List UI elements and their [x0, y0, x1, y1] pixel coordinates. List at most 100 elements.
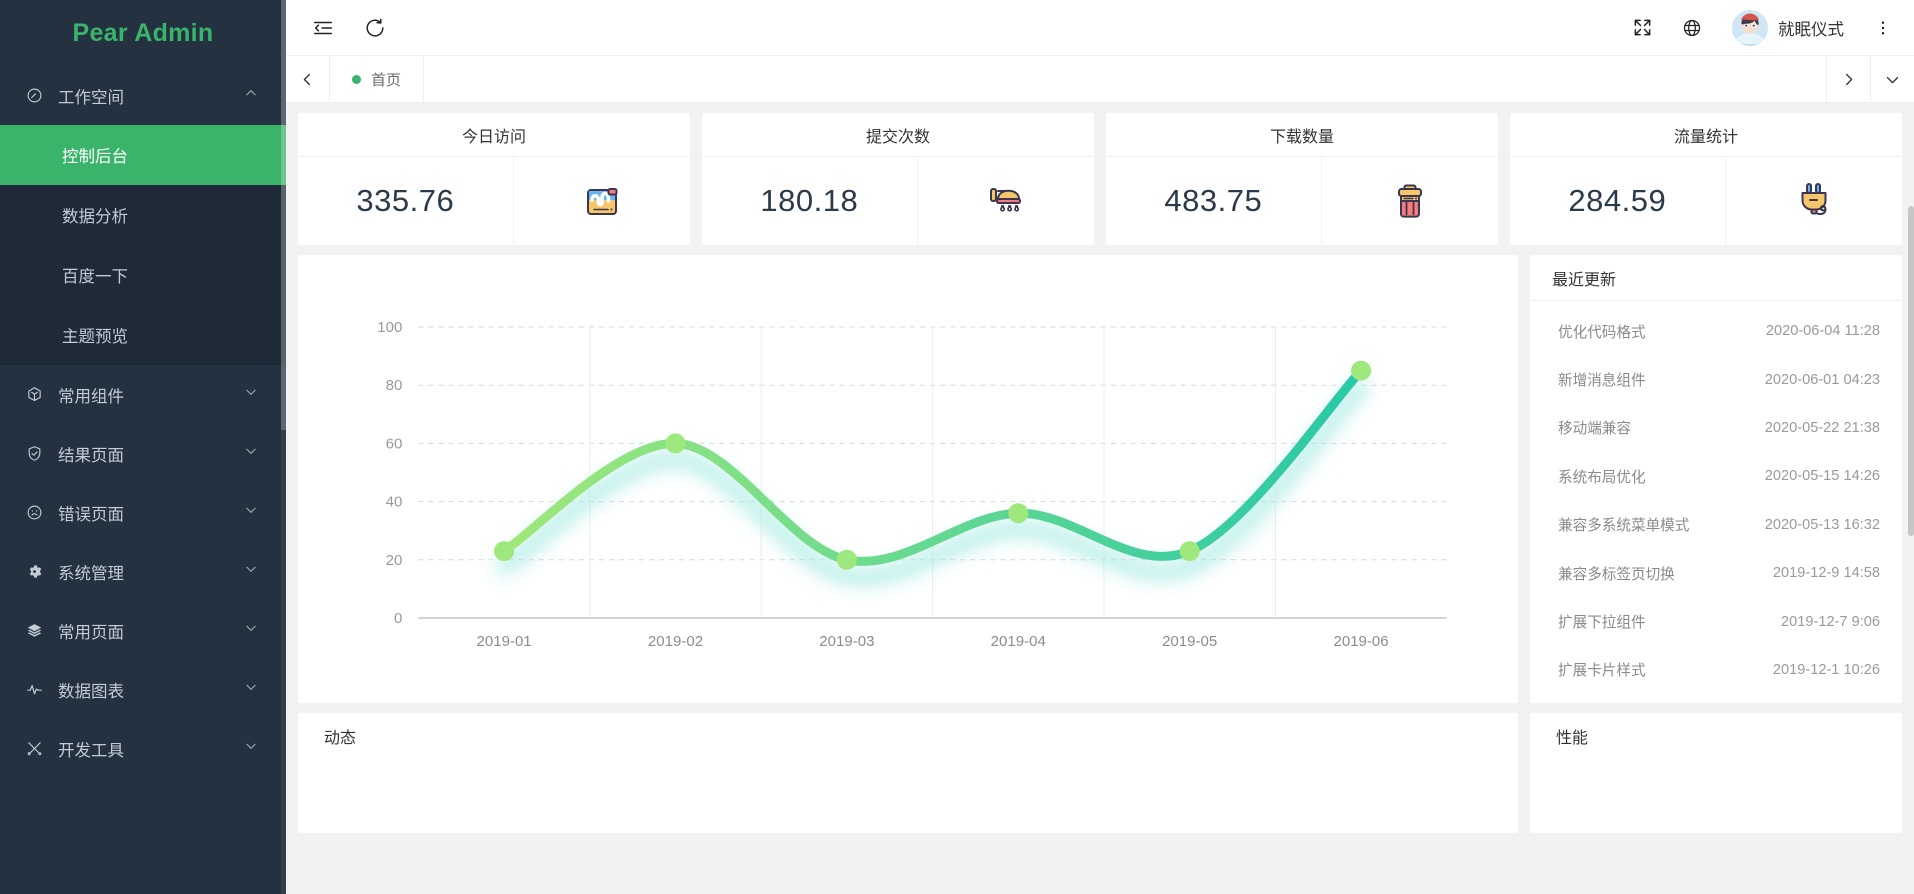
sidebar-group-label: 常用页面 [58, 623, 124, 642]
update-item-date: 2020-05-22 21:38 [1764, 419, 1880, 436]
update-item-date: 2019-12-7 9:06 [1781, 613, 1880, 630]
update-list-item[interactable]: 兼容多标签页切换 2019-12-9 14:58 [1530, 549, 1902, 597]
menu-collapse-icon[interactable] [312, 17, 334, 39]
update-list-item[interactable]: 扩展卡片样式 2019-12-1 10:26 [1530, 646, 1902, 694]
globe-icon[interactable] [1682, 18, 1702, 38]
update-item-date: 2019-12-1 10:26 [1772, 661, 1880, 678]
chevron-down-icon[interactable] [244, 562, 260, 581]
update-list-item[interactable]: 系统布局优化 2020-05-15 14:26 [1530, 452, 1902, 500]
update-item-text: 兼容多系统菜单模式 [1558, 518, 1690, 535]
chevron-down-icon[interactable] [244, 503, 260, 522]
sidebar-group-0[interactable]: 工作空间 [0, 66, 286, 125]
tabbar: 首页 [286, 56, 1914, 103]
update-list-item[interactable]: 兼容多系统菜单模式 2020-05-13 16:32 [1530, 501, 1902, 549]
sidebar-item-0-0[interactable]: 控制后台 [0, 125, 286, 185]
brand-title: Pear Admin [72, 18, 214, 47]
topbar-left-actions [312, 17, 386, 39]
more-vertical-icon[interactable] [1874, 19, 1892, 37]
update-item-text: 优化代码格式 [1558, 324, 1646, 341]
update-list-item[interactable]: 扩展下拉组件 2019-12-7 9:06 [1530, 597, 1902, 645]
brand-logo[interactable]: Pear Admin [0, 0, 286, 66]
chevron-down-icon[interactable] [244, 680, 260, 699]
tab-item-0[interactable]: 首页 [330, 56, 425, 102]
update-item-date: 2020-05-13 16:32 [1764, 516, 1880, 533]
sidebar-item-0-1[interactable]: 数据分析 [0, 185, 286, 245]
stat-card-body: 335.76 [298, 157, 690, 245]
svg-text:2019-01: 2019-01 [476, 633, 531, 650]
tab-label: 首页 [371, 71, 402, 89]
tools-icon [26, 740, 54, 757]
sidebar-menu: 工作空间控制后台数据分析百度一下主题预览常用组件结果页面错误页面系统管理常用页面… [0, 66, 286, 778]
update-list-item[interactable]: 新增消息组件 2020-06-01 04:23 [1530, 355, 1902, 403]
chevron-down-icon[interactable] [244, 444, 260, 463]
shield-check-icon [26, 445, 54, 462]
update-item-date: 2019-12-9 14:58 [1772, 565, 1880, 582]
update-item-text: 兼容多标签页切换 [1558, 566, 1675, 583]
power-plug-icon [1726, 157, 1902, 245]
sidebar-group-label: 常用组件 [58, 387, 124, 406]
visits-chart-card: 0 20 40 60 80 100 2019-01 2019-02 2019-03 2019-04… [298, 255, 1518, 703]
update-item-date: 2020-05-15 14:26 [1764, 468, 1880, 485]
cube-icon [26, 386, 54, 403]
sidebar-group-6[interactable]: 数据图表 [0, 660, 286, 719]
sidebar-item-0-3[interactable]: 主题预览 [0, 305, 286, 365]
tab-dropdown-button[interactable] [1870, 56, 1914, 102]
stat-card-title: 流量统计 [1510, 113, 1902, 157]
dashboard-icon [26, 87, 54, 104]
sidebar-item-label: 主题预览 [62, 328, 128, 346]
stat-card-3: 流量统计 284.59 [1510, 113, 1902, 245]
tab-scroll-prev-button[interactable] [286, 56, 330, 102]
update-list-item[interactable]: 优化代码格式 2020-06-04 11:28 [1530, 307, 1902, 355]
content-scrollbar-thumb[interactable] [1908, 206, 1914, 536]
svg-text:2019-03: 2019-03 [819, 633, 874, 650]
chevron-up-icon[interactable] [244, 86, 260, 105]
update-list-item[interactable]: 移动端兼容 2020-05-22 21:38 [1530, 404, 1902, 452]
visits-line-chart[interactable]: 0 20 40 60 80 100 2019-01 2019-02 2019-03 2019-04… [298, 255, 1518, 703]
update-item-text: 扩展下拉组件 [1558, 615, 1646, 632]
sidebar-group-2[interactable]: 结果页面 [0, 424, 286, 483]
chevron-down-icon[interactable] [244, 621, 260, 640]
sidebar-item-0-2[interactable]: 百度一下 [0, 245, 286, 305]
topbar-right-actions: 就眠仪式 [1633, 9, 1892, 46]
refresh-icon[interactable] [364, 17, 386, 39]
chevron-down-icon[interactable] [244, 385, 260, 404]
sidebar-group-label: 结果页面 [58, 446, 124, 465]
stat-card-value: 335.76 [298, 157, 514, 245]
fullscreen-icon[interactable] [1633, 18, 1652, 37]
user-avatar[interactable] [1732, 9, 1768, 46]
performance-card: 性能 [1530, 713, 1902, 833]
chevron-down-icon[interactable] [244, 739, 260, 758]
sidebar-group-label: 错误页面 [58, 505, 124, 524]
update-item-text: 系统布局优化 [1558, 469, 1646, 486]
update-item-text: 扩展卡片样式 [1558, 663, 1646, 680]
dashboard-middle-row: 0 20 40 60 80 100 2019-01 2019-02 2019-03 2019-04… [298, 255, 1902, 703]
user-menu[interactable]: 就眠仪式 [1732, 9, 1844, 46]
trash-bin-icon [1322, 157, 1498, 245]
activity-card-title: 动态 [324, 730, 357, 747]
username-label: 就眠仪式 [1778, 20, 1844, 39]
page-content: 今日访问 335.76 提交次数 180.18 下载数量 483.75 流量统计 284.59… [286, 103, 1914, 894]
sidebar-item-label: 百度一下 [62, 268, 128, 286]
svg-text:2019-02: 2019-02 [648, 633, 703, 650]
stat-card-title: 今日访问 [298, 113, 690, 157]
sidebar-group-3[interactable]: 错误页面 [0, 483, 286, 542]
content-scrollbar[interactable] [1908, 103, 1914, 894]
svg-text:2019-04: 2019-04 [991, 633, 1046, 650]
svg-text:20: 20 [386, 552, 403, 569]
stat-card-title: 提交次数 [702, 113, 1094, 157]
activity-card: 动态 [298, 713, 1518, 833]
svg-text:2019-06: 2019-06 [1333, 633, 1388, 650]
tab-scroll-next-button[interactable] [1826, 56, 1870, 102]
main-area: 就眠仪式 首页 今日访问 335.76 提交次数 180.18 下载数量 483… [286, 0, 1914, 894]
stat-card-body: 284.59 [1510, 157, 1902, 245]
sidebar-item-label: 控制后台 [62, 148, 128, 166]
shower-icon [918, 157, 1094, 245]
sidebar-group-7[interactable]: 开发工具 [0, 719, 286, 778]
sidebar-group-1[interactable]: 常用组件 [0, 365, 286, 424]
recent-updates-card: 最近更新 优化代码格式 2020-06-04 11:28 新增消息组件 2020-06… [1530, 255, 1902, 703]
update-item-text: 移动端兼容 [1558, 421, 1631, 438]
sidebar-group-4[interactable]: 系统管理 [0, 542, 286, 601]
sidebar-group-5[interactable]: 常用页面 [0, 601, 286, 660]
paint-bucket-icon [514, 157, 690, 245]
tab-status-dot [352, 74, 361, 84]
